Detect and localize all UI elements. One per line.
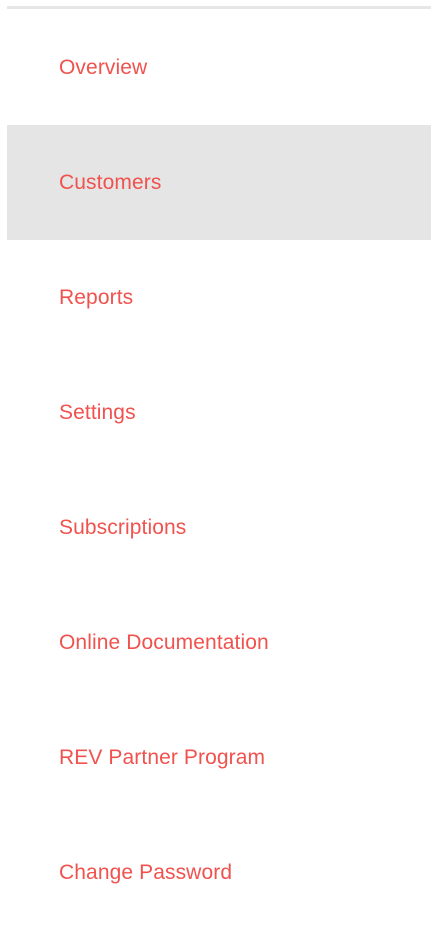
nav-item-change-password[interactable]: Change Password xyxy=(7,815,431,930)
nav-item-label: Change Password xyxy=(59,860,233,884)
nav-item-overview[interactable]: Overview xyxy=(7,10,431,125)
nav-item-label: Settings xyxy=(59,400,136,424)
nav-item-online-documentation[interactable]: Online Documentation xyxy=(7,585,431,700)
nav-item-subscriptions[interactable]: Subscriptions xyxy=(7,470,431,585)
nav-item-label: Customers xyxy=(59,170,162,194)
nav-item-label: Subscriptions xyxy=(59,515,187,539)
nav-item-label: Overview xyxy=(59,55,148,79)
nav-item-customers[interactable]: Customers xyxy=(7,125,431,240)
nav-item-rev-partner-program[interactable]: REV Partner Program xyxy=(7,700,431,815)
nav-item-label: Reports xyxy=(59,285,134,309)
nav-item-settings[interactable]: Settings xyxy=(7,355,431,470)
top-divider xyxy=(7,6,431,9)
sidebar-nav: Overview Customers Reports Settings Subs… xyxy=(7,10,431,930)
nav-item-label: Online Documentation xyxy=(59,630,269,654)
nav-item-reports[interactable]: Reports xyxy=(7,240,431,355)
nav-item-label: REV Partner Program xyxy=(59,745,266,769)
